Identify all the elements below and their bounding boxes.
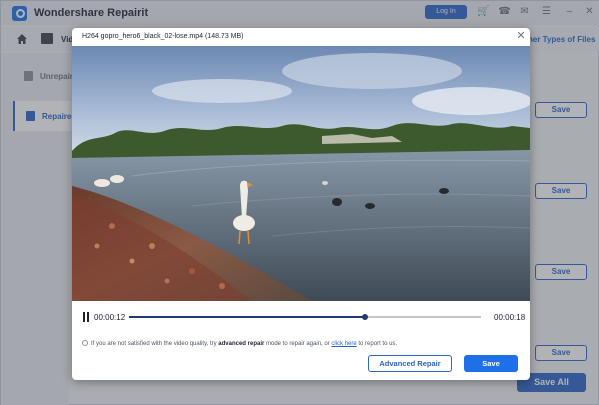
progress-fill bbox=[129, 316, 365, 318]
info-text-post: to report to us. bbox=[356, 341, 398, 347]
info-text-mid: mode to repair again, or bbox=[264, 341, 332, 347]
playback-controls: 00:00:12 00:00:18 bbox=[72, 306, 530, 328]
advanced-repair-button[interactable]: Advanced Repair bbox=[368, 355, 452, 372]
current-time: 00:00:12 bbox=[94, 313, 126, 322]
pause-icon[interactable] bbox=[82, 312, 90, 322]
video-preview[interactable] bbox=[72, 46, 530, 301]
info-text-bold: advanced repair bbox=[218, 341, 265, 347]
info-text-pre: If you are not satisfied with the video … bbox=[91, 341, 219, 347]
progress-slider[interactable] bbox=[129, 314, 481, 320]
click-here-link[interactable]: click here bbox=[331, 341, 356, 347]
save-button[interactable]: Save bbox=[464, 355, 518, 372]
close-icon[interactable]: ✕ bbox=[516, 31, 526, 42]
total-time: 00:00:18 bbox=[494, 313, 526, 322]
video-frame-image bbox=[72, 46, 530, 301]
preview-dialog: H264 gopro_hero6_black_02-lose.mp4 (148.… bbox=[72, 28, 530, 380]
info-icon bbox=[82, 340, 88, 346]
info-message: If you are not satisfied with the video … bbox=[82, 340, 522, 347]
dialog-title: H264 gopro_hero6_black_02-lose.mp4 (148.… bbox=[82, 33, 244, 40]
progress-handle[interactable] bbox=[361, 314, 368, 320]
